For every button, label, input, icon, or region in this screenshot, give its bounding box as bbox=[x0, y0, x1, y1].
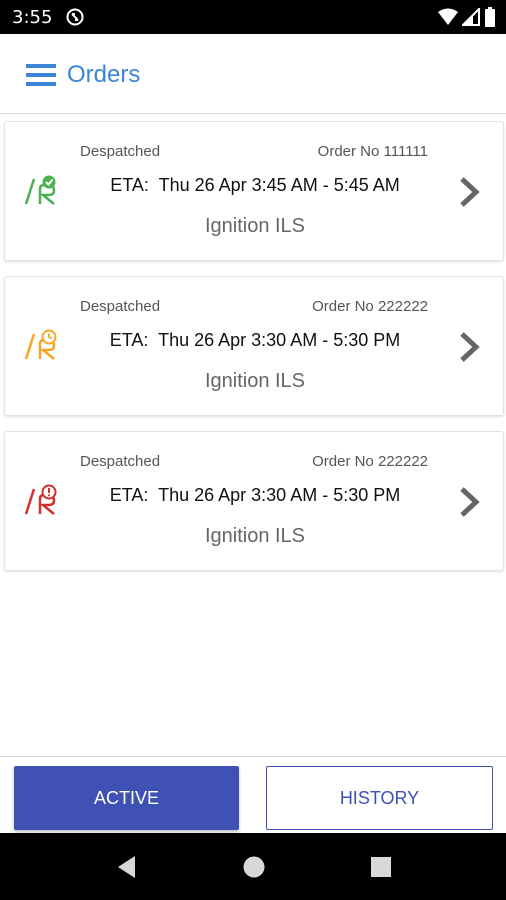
back-icon[interactable] bbox=[115, 855, 139, 879]
order-eta: ETA: Thu 26 Apr 3:30 AM - 5:30 PM bbox=[109, 485, 401, 505]
order-status: Despatched bbox=[80, 453, 161, 470]
history-tab-button[interactable]: HISTORY bbox=[266, 766, 493, 830]
order-number: Order No 111111 bbox=[317, 143, 428, 160]
active-tab-button[interactable]: ACTIVE bbox=[14, 766, 239, 830]
order-status: Despatched bbox=[80, 143, 161, 160]
data-saver-icon bbox=[66, 8, 84, 26]
status-icons bbox=[438, 6, 496, 28]
battery-icon bbox=[485, 7, 495, 27]
order-status: Despatched bbox=[80, 298, 161, 315]
order-vendor: Ignition ILS bbox=[204, 525, 306, 547]
order-eta: ETA: Thu 26 Apr 3:45 AM - 5:45 AM bbox=[110, 175, 400, 195]
cell-signal-icon bbox=[462, 8, 480, 26]
order-eta: ETA: Thu 26 Apr 3:30 AM - 5:30 PM bbox=[109, 330, 401, 350]
order-card[interactable]: Despatched Order No 111111 ETA: Thu 26 A… bbox=[4, 121, 504, 261]
order-card[interactable]: Despatched Order No 222222 ETA: Thu 26 A… bbox=[4, 276, 504, 416]
page-title: Orders bbox=[67, 61, 141, 88]
chevron-right-icon[interactable] bbox=[457, 331, 481, 363]
order-card[interactable]: Despatched Order No 222222 ETA: Thu 26 A… bbox=[4, 431, 504, 571]
home-icon[interactable] bbox=[242, 855, 266, 879]
status-time: 3:55 bbox=[12, 7, 53, 28]
chevron-right-icon[interactable] bbox=[457, 176, 481, 208]
system-nav-bar bbox=[0, 833, 506, 900]
recents-icon[interactable] bbox=[369, 855, 393, 879]
order-number: Order No 222222 bbox=[312, 298, 428, 315]
status-bar: 3:55 bbox=[0, 0, 506, 34]
wifi-icon bbox=[438, 8, 458, 25]
chevron-right-icon[interactable] bbox=[457, 486, 481, 518]
order-vendor: Ignition ILS bbox=[204, 215, 306, 237]
app-bar: Orders bbox=[0, 34, 506, 114]
order-number: Order No 222222 bbox=[312, 453, 428, 470]
order-vendor: Ignition ILS bbox=[204, 370, 306, 392]
hamburger-menu-icon[interactable] bbox=[26, 63, 56, 87]
bottom-tab-bar: ACTIVE HISTORY bbox=[0, 756, 506, 833]
order-list: Despatched Order No 111111 ETA: Thu 26 A… bbox=[0, 114, 506, 754]
